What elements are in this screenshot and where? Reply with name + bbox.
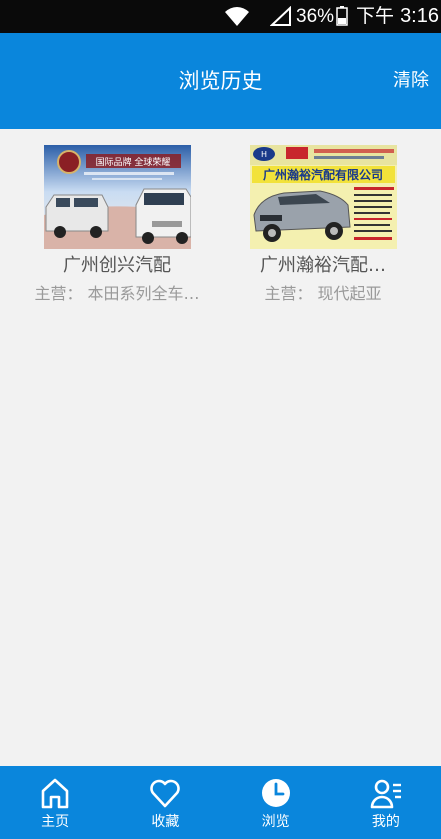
nav-item-home[interactable]: 主页	[0, 766, 110, 839]
shop-name: 广州瀚裕汽配…	[260, 255, 386, 276]
battery-percentage: 36%	[296, 6, 335, 27]
shop-main-business: 主营： 本田系列全车…	[34, 284, 200, 303]
shop-thumbnail-image: 国际品牌 全球荣耀	[43, 145, 191, 249]
heart-icon	[150, 779, 181, 808]
status-clock: 下午 3:16	[356, 3, 439, 30]
shop-thumbnail-image: H 广州瀚裕汽配有限公司	[249, 145, 397, 249]
cell-signal-icon	[270, 6, 291, 26]
history-item[interactable]: H 广州瀚裕汽配有限公司 广州瀚裕汽配… 主营： 现代起亚	[228, 129, 418, 305]
bottom-nav: 主页 收藏 浏览 我的	[0, 766, 441, 839]
nav-label-browse: 浏览	[261, 814, 290, 830]
shop-thumbnail[interactable]: H 广州瀚裕汽配有限公司	[249, 145, 397, 249]
thumbnail-headline: 广州瀚裕汽配有限公司	[262, 167, 382, 182]
user-list-icon	[370, 779, 401, 809]
nav-item-mine[interactable]: 我的	[331, 766, 441, 839]
thumbnail-banner-text: 国际品牌 全球荣耀	[95, 156, 170, 168]
shop-name: 广州创兴汽配	[63, 255, 171, 276]
time-period: 下午	[356, 5, 395, 27]
nav-label-mine: 我的	[371, 814, 400, 830]
clear-button[interactable]: 清除	[393, 33, 429, 129]
history-item[interactable]: 国际品牌 全球荣耀 广州创兴汽配 主营： 本田系列全车…	[22, 129, 212, 305]
clock-icon	[261, 779, 290, 807]
title-bar: 浏览历史 清除	[0, 33, 441, 129]
nav-item-browse[interactable]: 浏览	[221, 766, 331, 839]
battery-icon	[336, 6, 348, 26]
status-bar: 36% 下午 3:16	[0, 0, 441, 33]
wifi-icon	[225, 7, 249, 26]
home-icon	[41, 778, 69, 809]
svg-text:H: H	[260, 150, 266, 159]
page-title: 浏览历史	[178, 69, 263, 93]
nav-item-favorites[interactable]: 收藏	[110, 766, 220, 839]
nav-label-favorites: 收藏	[151, 814, 180, 830]
nav-label-home: 主页	[41, 814, 70, 830]
time-value: 3:16	[400, 5, 439, 27]
shop-main-business: 主营： 现代起亚	[264, 284, 382, 303]
shop-thumbnail[interactable]: 国际品牌 全球荣耀	[43, 145, 191, 249]
